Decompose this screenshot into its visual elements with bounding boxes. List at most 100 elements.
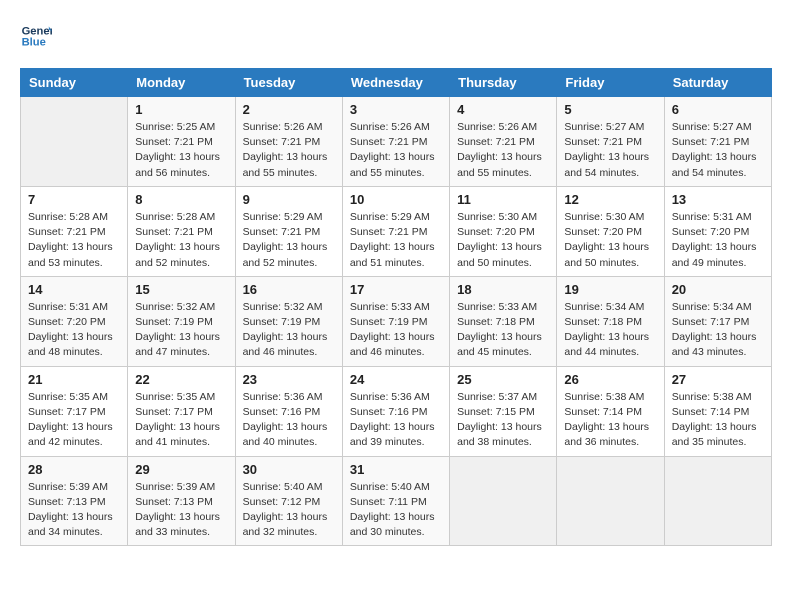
day-info: Sunrise: 5:33 AM Sunset: 7:18 PM Dayligh… (457, 300, 549, 361)
day-info: Sunrise: 5:40 AM Sunset: 7:11 PM Dayligh… (350, 480, 442, 541)
day-info: Sunrise: 5:36 AM Sunset: 7:16 PM Dayligh… (350, 390, 442, 451)
day-cell: 28 Sunrise: 5:39 AM Sunset: 7:13 PM Dayli… (21, 456, 128, 546)
day-number: 15 (135, 282, 227, 297)
day-info: Sunrise: 5:27 AM Sunset: 7:21 PM Dayligh… (564, 120, 656, 181)
day-number: 3 (350, 102, 442, 117)
day-cell: 9 Sunrise: 5:29 AM Sunset: 7:21 PM Daylig… (235, 186, 342, 276)
day-info: Sunrise: 5:26 AM Sunset: 7:21 PM Dayligh… (350, 120, 442, 181)
day-cell: 31 Sunrise: 5:40 AM Sunset: 7:11 PM Dayli… (342, 456, 449, 546)
day-number: 8 (135, 192, 227, 207)
day-cell: 24 Sunrise: 5:36 AM Sunset: 7:16 PM Dayli… (342, 366, 449, 456)
day-cell: 7 Sunrise: 5:28 AM Sunset: 7:21 PM Daylig… (21, 186, 128, 276)
day-info: Sunrise: 5:32 AM Sunset: 7:19 PM Dayligh… (135, 300, 227, 361)
day-info: Sunrise: 5:31 AM Sunset: 7:20 PM Dayligh… (672, 210, 764, 271)
day-cell: 19Sunrise: 5:34 AM Sunset: 7:18 PM Dayli… (557, 276, 664, 366)
day-cell: 29 Sunrise: 5:39 AM Sunset: 7:13 PM Dayli… (128, 456, 235, 546)
week-row-4: 21 Sunrise: 5:35 AM Sunset: 7:17 PM Dayli… (21, 366, 772, 456)
svg-text:General: General (22, 25, 52, 37)
day-info: Sunrise: 5:35 AM Sunset: 7:17 PM Dayligh… (135, 390, 227, 451)
day-number: 9 (243, 192, 335, 207)
day-cell: 14Sunrise: 5:31 AM Sunset: 7:20 PM Dayli… (21, 276, 128, 366)
day-info: Sunrise: 5:35 AM Sunset: 7:17 PM Dayligh… (28, 390, 120, 451)
day-number: 21 (28, 372, 120, 387)
day-info: Sunrise: 5:34 AM Sunset: 7:18 PM Dayligh… (564, 300, 656, 361)
day-number: 29 (135, 462, 227, 477)
day-number: 5 (564, 102, 656, 117)
day-info: Sunrise: 5:30 AM Sunset: 7:20 PM Dayligh… (564, 210, 656, 271)
day-cell: 5 Sunrise: 5:27 AM Sunset: 7:21 PM Daylig… (557, 97, 664, 187)
week-row-2: 7 Sunrise: 5:28 AM Sunset: 7:21 PM Daylig… (21, 186, 772, 276)
day-info: Sunrise: 5:29 AM Sunset: 7:21 PM Dayligh… (350, 210, 442, 271)
day-cell: 6 Sunrise: 5:27 AM Sunset: 7:21 PM Daylig… (664, 97, 771, 187)
day-cell: 2 Sunrise: 5:26 AM Sunset: 7:21 PM Daylig… (235, 97, 342, 187)
day-cell: 13Sunrise: 5:31 AM Sunset: 7:20 PM Dayli… (664, 186, 771, 276)
day-number: 28 (28, 462, 120, 477)
day-cell: 27 Sunrise: 5:38 AM Sunset: 7:14 PM Dayli… (664, 366, 771, 456)
day-info: Sunrise: 5:26 AM Sunset: 7:21 PM Dayligh… (457, 120, 549, 181)
day-cell (21, 97, 128, 187)
day-number: 31 (350, 462, 442, 477)
day-info: Sunrise: 5:33 AM Sunset: 7:19 PM Dayligh… (350, 300, 442, 361)
svg-text:Blue: Blue (22, 37, 46, 49)
day-cell: 23Sunrise: 5:36 AM Sunset: 7:16 PM Dayli… (235, 366, 342, 456)
week-row-5: 28 Sunrise: 5:39 AM Sunset: 7:13 PM Dayli… (21, 456, 772, 546)
day-number: 17 (350, 282, 442, 297)
day-cell: 3 Sunrise: 5:26 AM Sunset: 7:21 PM Daylig… (342, 97, 449, 187)
day-number: 6 (672, 102, 764, 117)
day-cell: 22 Sunrise: 5:35 AM Sunset: 7:17 PM Dayli… (128, 366, 235, 456)
header-cell-friday: Friday (557, 69, 664, 97)
day-cell: 30 Sunrise: 5:40 AM Sunset: 7:12 PM Dayli… (235, 456, 342, 546)
day-info: Sunrise: 5:26 AM Sunset: 7:21 PM Dayligh… (243, 120, 335, 181)
day-number: 12 (564, 192, 656, 207)
day-number: 7 (28, 192, 120, 207)
day-number: 16 (243, 282, 335, 297)
day-info: Sunrise: 5:34 AM Sunset: 7:17 PM Dayligh… (672, 300, 764, 361)
header-cell-thursday: Thursday (450, 69, 557, 97)
day-cell: 10 Sunrise: 5:29 AM Sunset: 7:21 PM Dayli… (342, 186, 449, 276)
day-info: Sunrise: 5:39 AM Sunset: 7:13 PM Dayligh… (28, 480, 120, 541)
day-number: 24 (350, 372, 442, 387)
day-cell: 11 Sunrise: 5:30 AM Sunset: 7:20 PM Dayli… (450, 186, 557, 276)
day-cell: 25Sunrise: 5:37 AM Sunset: 7:15 PM Dayli… (450, 366, 557, 456)
day-number: 27 (672, 372, 764, 387)
day-number: 23 (243, 372, 335, 387)
day-cell: 12 Sunrise: 5:30 AM Sunset: 7:20 PM Dayli… (557, 186, 664, 276)
day-number: 20 (672, 282, 764, 297)
day-info: Sunrise: 5:39 AM Sunset: 7:13 PM Dayligh… (135, 480, 227, 541)
header-cell-sunday: Sunday (21, 69, 128, 97)
day-info: Sunrise: 5:38 AM Sunset: 7:14 PM Dayligh… (564, 390, 656, 451)
day-number: 22 (135, 372, 227, 387)
day-number: 26 (564, 372, 656, 387)
logo: General Blue (20, 20, 56, 52)
header-cell-saturday: Saturday (664, 69, 771, 97)
day-number: 1 (135, 102, 227, 117)
calendar-table: SundayMondayTuesdayWednesdayThursdayFrid… (20, 68, 772, 546)
page-header: General Blue (20, 20, 772, 52)
day-info: Sunrise: 5:28 AM Sunset: 7:21 PM Dayligh… (135, 210, 227, 271)
header-cell-tuesday: Tuesday (235, 69, 342, 97)
header-cell-monday: Monday (128, 69, 235, 97)
day-number: 30 (243, 462, 335, 477)
day-cell: 16Sunrise: 5:32 AM Sunset: 7:19 PM Dayli… (235, 276, 342, 366)
day-cell: 21 Sunrise: 5:35 AM Sunset: 7:17 PM Dayli… (21, 366, 128, 456)
day-cell (450, 456, 557, 546)
day-number: 10 (350, 192, 442, 207)
day-info: Sunrise: 5:27 AM Sunset: 7:21 PM Dayligh… (672, 120, 764, 181)
header-cell-wednesday: Wednesday (342, 69, 449, 97)
day-cell: 17 Sunrise: 5:33 AM Sunset: 7:19 PM Dayli… (342, 276, 449, 366)
day-cell (664, 456, 771, 546)
day-info: Sunrise: 5:25 AM Sunset: 7:21 PM Dayligh… (135, 120, 227, 181)
day-info: Sunrise: 5:40 AM Sunset: 7:12 PM Dayligh… (243, 480, 335, 541)
day-number: 2 (243, 102, 335, 117)
day-info: Sunrise: 5:30 AM Sunset: 7:20 PM Dayligh… (457, 210, 549, 271)
day-info: Sunrise: 5:38 AM Sunset: 7:14 PM Dayligh… (672, 390, 764, 451)
day-info: Sunrise: 5:28 AM Sunset: 7:21 PM Dayligh… (28, 210, 120, 271)
day-number: 11 (457, 192, 549, 207)
day-cell: 20 Sunrise: 5:34 AM Sunset: 7:17 PM Dayli… (664, 276, 771, 366)
week-row-3: 14Sunrise: 5:31 AM Sunset: 7:20 PM Dayli… (21, 276, 772, 366)
day-number: 14 (28, 282, 120, 297)
week-row-1: 1 Sunrise: 5:25 AM Sunset: 7:21 PM Daylig… (21, 97, 772, 187)
day-number: 25 (457, 372, 549, 387)
day-info: Sunrise: 5:29 AM Sunset: 7:21 PM Dayligh… (243, 210, 335, 271)
day-cell: 26 Sunrise: 5:38 AM Sunset: 7:14 PM Dayli… (557, 366, 664, 456)
